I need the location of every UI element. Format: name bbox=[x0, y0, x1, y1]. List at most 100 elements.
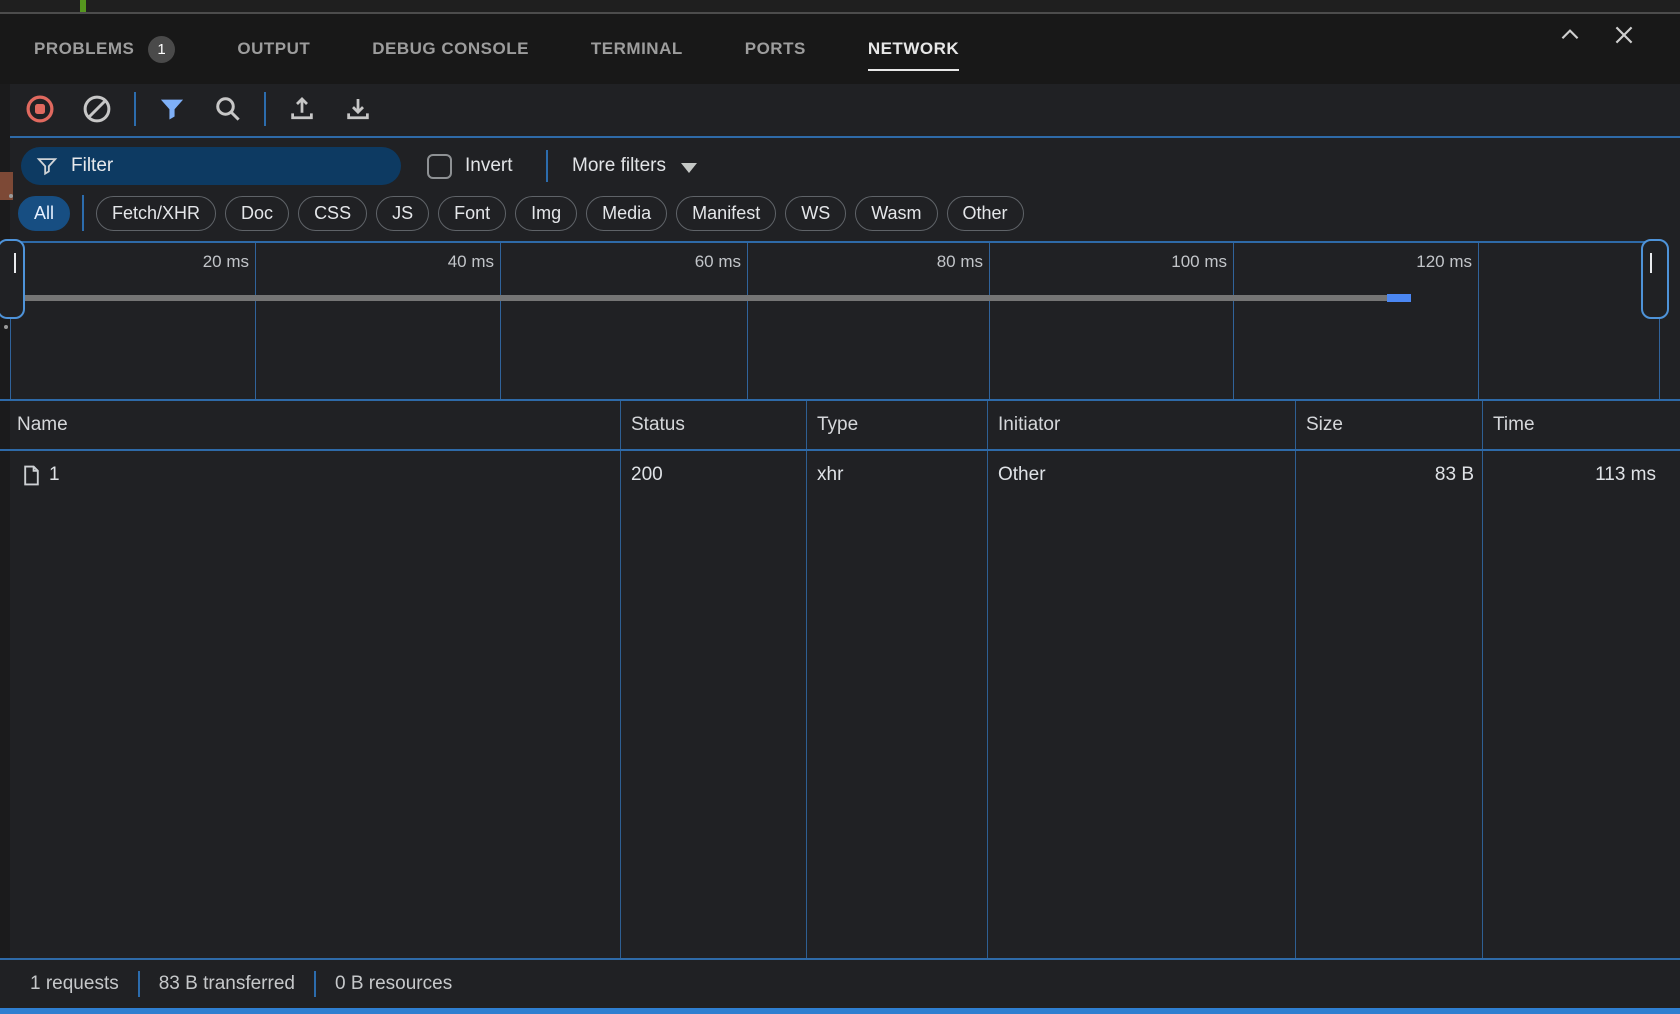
resource-type-chip[interactable]: Img bbox=[515, 196, 577, 231]
request-initiator: Other bbox=[998, 464, 1046, 486]
resource-type-chip[interactable]: Font bbox=[438, 196, 506, 231]
import-har-icon[interactable] bbox=[286, 93, 318, 125]
column-header[interactable]: Status bbox=[621, 401, 807, 449]
resource-type-chip[interactable]: CSS bbox=[298, 196, 367, 231]
ruler-dot bbox=[4, 325, 8, 329]
summary-item: 0 B resources bbox=[314, 971, 452, 997]
maximize-panel-icon[interactable] bbox=[1556, 21, 1584, 49]
empty-body-column bbox=[807, 499, 988, 958]
empty-body-column bbox=[0, 499, 621, 958]
column-header[interactable]: Name bbox=[0, 401, 621, 449]
panel-tab-label: OUTPUT bbox=[237, 39, 310, 59]
timeline-gridline: 80 ms bbox=[989, 243, 990, 399]
chip-label: Other bbox=[963, 203, 1008, 224]
summary-item: 83 B transferred bbox=[138, 971, 295, 997]
timeline-tick-label: 80 ms bbox=[937, 252, 983, 272]
request-time: 113 ms bbox=[1595, 464, 1656, 486]
invert-label: Invert bbox=[465, 155, 513, 177]
toolbar-divider bbox=[10, 136, 1680, 138]
request-type-cell: xhr bbox=[807, 451, 988, 499]
column-header-label: Initiator bbox=[998, 414, 1060, 436]
resource-type-chip[interactable]: Fetch/XHR bbox=[96, 196, 216, 231]
request-name: 1 bbox=[49, 464, 60, 486]
overview-range-handle-right[interactable] bbox=[1641, 239, 1669, 319]
chip-label: WS bbox=[801, 203, 830, 224]
timeline-tick-label: 100 ms bbox=[1171, 252, 1227, 272]
vscode-panel: 26 // const yourMMKVStorage = new MMKV()… bbox=[0, 0, 1680, 1014]
chip-label: Img bbox=[531, 203, 561, 224]
filter-funnel-icon bbox=[36, 155, 58, 177]
handle-grip bbox=[1650, 253, 1652, 273]
timeline-gridline: 100 ms bbox=[1233, 243, 1234, 399]
panel-tab-label: PORTS bbox=[745, 39, 806, 59]
more-filters-label: More filters bbox=[572, 155, 666, 177]
column-header[interactable]: Size bbox=[1296, 401, 1483, 449]
chip-label: JS bbox=[392, 203, 413, 224]
timeline-gridline: 20 ms bbox=[255, 243, 256, 399]
column-header-label: Size bbox=[1306, 414, 1343, 436]
panel-tab-label: NETWORK bbox=[868, 39, 959, 59]
request-time-cell: 113 ms bbox=[1483, 451, 1680, 499]
request-status-cell: 200 bbox=[621, 451, 807, 499]
filter-icon[interactable] bbox=[156, 93, 188, 125]
column-header[interactable]: Initiator bbox=[988, 401, 1296, 449]
requests-table-body bbox=[0, 499, 1680, 958]
filter-placeholder: Filter bbox=[71, 155, 113, 177]
chip-label: Wasm bbox=[871, 203, 921, 224]
document-icon bbox=[23, 465, 40, 486]
resource-type-chips: All Fetch/XHR Doc CSS JS bbox=[18, 195, 1024, 231]
panel-tab-label: PROBLEMS bbox=[34, 39, 134, 59]
request-overview-bar-tip bbox=[1387, 294, 1411, 302]
request-initiator-cell: Other bbox=[988, 451, 1296, 499]
close-panel-icon[interactable] bbox=[1610, 21, 1638, 49]
column-header[interactable]: Type bbox=[807, 401, 988, 449]
panel-tab-label: TERMINAL bbox=[591, 39, 683, 59]
resource-type-chip[interactable]: WS bbox=[785, 196, 846, 231]
network-overview-timeline: 20 ms 40 ms 60 ms 80 ms 100 bbox=[10, 241, 1660, 399]
timeline-gridline: 60 ms bbox=[747, 243, 748, 399]
export-har-icon[interactable] bbox=[342, 93, 374, 125]
empty-body-column bbox=[1483, 499, 1680, 958]
panel-tab[interactable]: DEBUG CONSOLE bbox=[372, 14, 529, 84]
record-icon[interactable] bbox=[24, 93, 56, 125]
request-status: 200 bbox=[631, 464, 663, 486]
toolbar-separator bbox=[264, 92, 266, 126]
editor-strip: 26 // const yourMMKVStorage = new MMKV()… bbox=[0, 0, 1680, 12]
handle-grip bbox=[14, 253, 16, 273]
overview-range-handle-left[interactable] bbox=[0, 239, 25, 319]
column-header-label: Time bbox=[1493, 414, 1535, 436]
search-icon[interactable] bbox=[212, 93, 244, 125]
toolbar-separator bbox=[134, 92, 136, 126]
empty-body-column bbox=[1296, 499, 1483, 958]
clear-icon[interactable] bbox=[81, 93, 113, 125]
panel-tab[interactable]: NETWORK bbox=[868, 14, 959, 84]
resource-type-chip[interactable]: JS bbox=[376, 196, 429, 231]
column-header-label: Type bbox=[817, 414, 858, 436]
panel-tab[interactable]: TERMINAL bbox=[591, 14, 683, 84]
invert-filter-toggle[interactable]: Invert bbox=[427, 147, 513, 185]
resource-type-chip[interactable]: Media bbox=[586, 196, 667, 231]
panel-tab[interactable]: PORTS bbox=[745, 14, 806, 84]
chip-label: Fetch/XHR bbox=[112, 203, 200, 224]
chip-label: CSS bbox=[314, 203, 351, 224]
filter-input[interactable]: Filter bbox=[21, 147, 401, 185]
panel-tab[interactable]: PROBLEMS 1 bbox=[34, 14, 175, 84]
timeline-tick-label: 120 ms bbox=[1416, 252, 1472, 272]
request-overview-bar bbox=[13, 295, 1387, 301]
column-header[interactable]: Time bbox=[1483, 401, 1680, 449]
resource-type-chip[interactable]: Other bbox=[947, 196, 1024, 231]
network-devtools-panel: Filter Invert More filters All Fetch/XHR bbox=[0, 84, 1680, 1014]
panel-tab-bar: PROBLEMS 1 OUTPUT DEBUG CONSOLE TERMINAL… bbox=[0, 14, 1680, 84]
resource-type-chip[interactable]: All bbox=[18, 196, 70, 231]
resource-type-chip[interactable]: Doc bbox=[225, 196, 289, 231]
panel-tab[interactable]: OUTPUT bbox=[237, 14, 310, 84]
panel-actions bbox=[1556, 0, 1638, 70]
request-row[interactable]: 1 200 xhr Other 83 B 113 ms bbox=[0, 451, 1680, 499]
panel-tab-label: DEBUG CONSOLE bbox=[372, 39, 529, 59]
editor-code-line: 26 // const yourMMKVStorage = new MMKV()… bbox=[0, 0, 1680, 12]
invert-checkbox[interactable] bbox=[427, 154, 452, 179]
resource-type-chip[interactable]: Manifest bbox=[676, 196, 776, 231]
resource-type-chip[interactable]: Wasm bbox=[855, 196, 937, 231]
more-filters-dropdown[interactable]: More filters bbox=[572, 147, 697, 185]
summary-item: 1 requests bbox=[30, 971, 119, 997]
